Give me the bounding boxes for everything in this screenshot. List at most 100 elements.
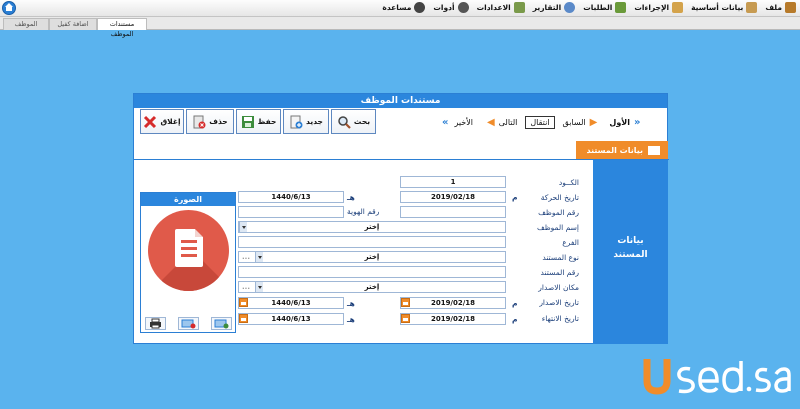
employee-no-field[interactable] <box>400 206 506 218</box>
employee-name-select[interactable]: إختر <box>238 221 506 233</box>
movement-date-gregorian[interactable]: 2019/02/18 <box>400 191 506 203</box>
side-panel-document-data: بيانات المستند <box>593 160 668 344</box>
chevron-down-icon <box>255 282 263 292</box>
calendar-icon[interactable] <box>401 314 410 323</box>
hijri-suffix: هـ <box>347 315 355 324</box>
document-page <box>175 229 203 267</box>
menu-item-actions[interactable]: الإجراءات <box>634 2 684 13</box>
first-record-link[interactable]: الأول <box>609 118 630 127</box>
label-issue-place: مكان الاصدار <box>538 283 579 292</box>
close-button[interactable]: إغلاق <box>140 109 184 134</box>
add-image-button[interactable] <box>211 317 232 330</box>
issue-place-more[interactable]: ... <box>242 282 250 292</box>
id-no-field[interactable] <box>238 206 344 218</box>
tab-document-data[interactable]: بيانات المستند <box>576 141 668 159</box>
tab-employee-documents[interactable]: مستندات الموظف <box>97 18 147 38</box>
tabs-row: مستندات الموظف اضافة كفيل الموظف <box>0 17 800 38</box>
close-x-icon <box>143 115 157 129</box>
help-gear-icon <box>414 2 426 13</box>
menu-item-tools[interactable]: أدوات <box>433 2 469 13</box>
goto-record-button[interactable]: انتقال <box>525 115 555 129</box>
document-line <box>181 240 197 243</box>
save-button[interactable]: حفظ <box>236 109 281 134</box>
search-icon <box>337 115 351 129</box>
divider <box>134 159 669 160</box>
home-icon[interactable] <box>2 1 16 15</box>
photo-title: الصورة <box>141 193 235 206</box>
issue-date-hijri[interactable]: 1440/6/13 <box>238 297 344 309</box>
hijri-suffix: هـ <box>347 299 355 308</box>
menu-items: ملف بيانات أساسية الإجراءات الطلبات التق… <box>382 2 796 13</box>
employee-documents-window: مستندات الموظف إغلاق حذف حفظ جديد بحث « … <box>133 93 669 344</box>
menu-item-file[interactable]: ملف <box>765 2 796 13</box>
document-no-field[interactable] <box>238 266 506 278</box>
label-expiry-date: تاريخ الانتهاء <box>541 314 579 323</box>
tab-employee[interactable]: الموظف <box>3 18 49 30</box>
remove-image-icon <box>181 319 196 329</box>
menu-item-help[interactable]: مساعدة <box>382 2 426 13</box>
delete-doc-icon <box>192 115 206 129</box>
gregorian-suffix: م <box>512 193 518 202</box>
last-arrow-icon[interactable]: « <box>442 117 448 128</box>
calendar-icon[interactable] <box>239 298 248 307</box>
record-navigation: « الأخير ◀ التالى انتقال السابق ▶ الأول … <box>442 115 640 129</box>
actions-icon <box>672 2 684 13</box>
save-disk-icon <box>241 115 255 129</box>
hijri-suffix: هـ <box>347 193 355 202</box>
tab-add-sponsor[interactable]: اضافة كفيل <box>49 18 97 30</box>
remove-image-button[interactable] <box>178 317 199 330</box>
search-button[interactable]: بحث <box>331 109 376 134</box>
calendar-icon[interactable] <box>401 298 410 307</box>
label-movement-date: تاريخ الحركة <box>540 193 579 202</box>
document-fold <box>195 229 203 237</box>
next-record-link[interactable]: التالى <box>499 118 518 127</box>
branch-field[interactable] <box>238 236 506 248</box>
issue-place-select[interactable]: إختر ... <box>238 281 506 293</box>
reports-icon <box>564 2 576 13</box>
label-document-type: نوع المستند <box>542 253 579 262</box>
file-icon <box>785 2 796 13</box>
next-arrow-icon[interactable]: ◀ <box>487 117 495 128</box>
document-type-select[interactable]: إختر ... <box>238 251 506 263</box>
last-record-link[interactable]: الأخير <box>454 118 473 127</box>
requests-icon <box>615 2 627 13</box>
new-button[interactable]: جديد <box>283 109 329 134</box>
database-icon <box>746 2 758 13</box>
used-sa-logo <box>643 359 791 395</box>
label-branch: الفرع <box>562 238 579 247</box>
document-type-more[interactable]: ... <box>242 252 250 262</box>
add-image-icon <box>214 319 229 329</box>
code-field[interactable]: 1 <box>400 176 506 188</box>
image-icon <box>648 145 660 155</box>
label-document-no: رقم المستند <box>540 268 579 277</box>
tools-icon <box>457 2 469 13</box>
document-line <box>181 247 197 250</box>
photo-panel: الصورة <box>140 192 236 333</box>
document-line <box>181 254 197 257</box>
menu-item-requests[interactable]: الطلبات <box>583 2 627 13</box>
movement-date-hijri[interactable]: 1440/6/13 <box>238 191 344 203</box>
document-icon <box>148 210 229 291</box>
menu-item-reports[interactable]: التقارير <box>533 2 576 13</box>
calendar-icon[interactable] <box>239 314 248 323</box>
settings-icon <box>513 2 525 13</box>
delete-button[interactable]: حذف <box>186 109 234 134</box>
previous-record-link[interactable]: السابق <box>563 118 586 127</box>
menu-item-settings[interactable]: الاعدادات <box>477 2 525 13</box>
expiry-date-gregorian[interactable]: 2019/02/18 <box>400 313 506 325</box>
issue-date-gregorian[interactable]: 2019/02/18 <box>400 297 506 309</box>
label-employee-no: رقم الموظف <box>538 208 579 217</box>
printer-icon <box>150 318 161 329</box>
menu-item-basic-data[interactable]: بيانات أساسية <box>691 2 758 13</box>
chevron-down-icon <box>239 222 247 232</box>
chevron-down-icon <box>255 252 263 262</box>
gregorian-suffix: م <box>512 315 518 324</box>
menu-bar: ملف بيانات أساسية الإجراءات الطلبات التق… <box>0 0 800 17</box>
label-employee-name: إسم الموظف <box>536 223 579 232</box>
gregorian-suffix: م <box>512 299 518 308</box>
first-arrow-icon[interactable]: » <box>634 117 640 128</box>
print-button[interactable] <box>145 317 166 330</box>
label-issue-date: تاريخ الاصدار <box>539 298 579 307</box>
expiry-date-hijri[interactable]: 1440/6/13 <box>238 313 344 325</box>
previous-arrow-icon[interactable]: ▶ <box>590 117 598 128</box>
